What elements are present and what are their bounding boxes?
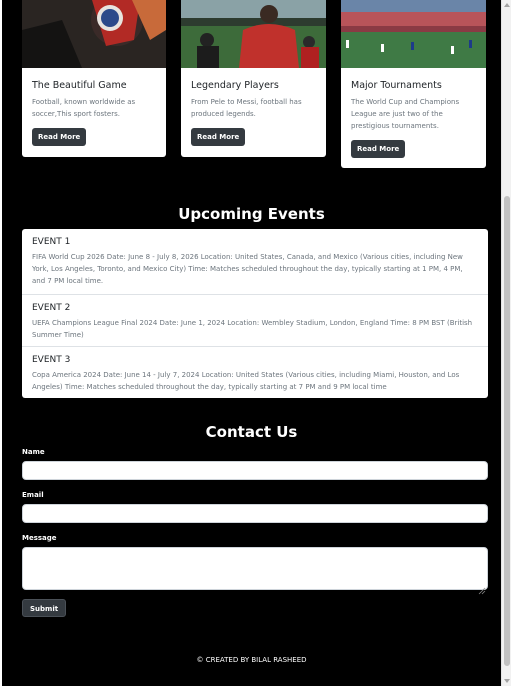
football-closeup-image bbox=[22, 0, 166, 68]
card-title: Legendary Players bbox=[191, 80, 279, 91]
event-title: EVENT 2 bbox=[32, 303, 71, 313]
card-legendary-players: Legendary Players From Pele to Messi, fo… bbox=[181, 0, 326, 157]
card-title: The Beautiful Game bbox=[32, 80, 127, 91]
card-major-tournaments: Major Tournaments The World Cup and Cham… bbox=[341, 0, 486, 168]
read-more-button[interactable]: Read More bbox=[351, 140, 406, 158]
card-text: Football, known worldwide as soccer,This… bbox=[32, 98, 136, 118]
scrollbar-thumb[interactable] bbox=[504, 196, 510, 666]
events-list: EVENT 1 FIFA World Cup 2026 Date: June 8… bbox=[22, 229, 488, 398]
scroll-up-arrow-icon[interactable] bbox=[504, 3, 510, 7]
name-label: Name bbox=[22, 448, 45, 456]
read-more-button[interactable]: Read More bbox=[32, 128, 87, 146]
page: The Beautiful Game Football, known world… bbox=[2, 0, 501, 686]
players-stadium-image bbox=[181, 0, 326, 68]
card-the-beautiful-game: The Beautiful Game Football, known world… bbox=[22, 0, 166, 157]
event-description: Copa America 2024 Date: June 14 - July 7… bbox=[32, 371, 460, 391]
message-textarea[interactable] bbox=[22, 547, 488, 590]
footer-credit: © CREATED BY BILAL RASHEED bbox=[196, 656, 307, 664]
upcoming-events-heading: Upcoming Events bbox=[178, 205, 325, 223]
scroll-down-arrow-icon[interactable] bbox=[504, 679, 510, 683]
event-item: EVENT 3 Copa America 2024 Date: June 14 … bbox=[22, 346, 488, 398]
event-title: EVENT 1 bbox=[32, 237, 71, 247]
event-item: EVENT 1 FIFA World Cup 2026 Date: June 8… bbox=[22, 229, 488, 294]
read-more-button[interactable]: Read More bbox=[191, 128, 246, 146]
event-item: EVENT 2 UEFA Champions League Final 2024… bbox=[22, 294, 488, 346]
event-title: EVENT 3 bbox=[32, 355, 71, 365]
submit-button[interactable]: Submit bbox=[22, 599, 67, 617]
contact-heading: Contact Us bbox=[205, 423, 298, 441]
stadium-crowd-image bbox=[341, 0, 486, 68]
card-text: From Pele to Messi, football has produce… bbox=[191, 98, 302, 118]
message-label: Message bbox=[22, 534, 57, 542]
event-description: FIFA World Cup 2026 Date: June 8 - July … bbox=[32, 253, 463, 285]
email-label: Email bbox=[22, 491, 44, 499]
card-title: Major Tournaments bbox=[351, 80, 442, 91]
event-description: UEFA Champions League Final 2024 Date: J… bbox=[32, 319, 473, 339]
email-field[interactable] bbox=[22, 504, 488, 523]
vertical-scrollbar[interactable] bbox=[501, 0, 511, 686]
card-text: The World Cup and Champions League are j… bbox=[351, 98, 460, 130]
textarea-resize-handle[interactable] bbox=[478, 580, 486, 595]
name-field[interactable] bbox=[22, 461, 488, 480]
